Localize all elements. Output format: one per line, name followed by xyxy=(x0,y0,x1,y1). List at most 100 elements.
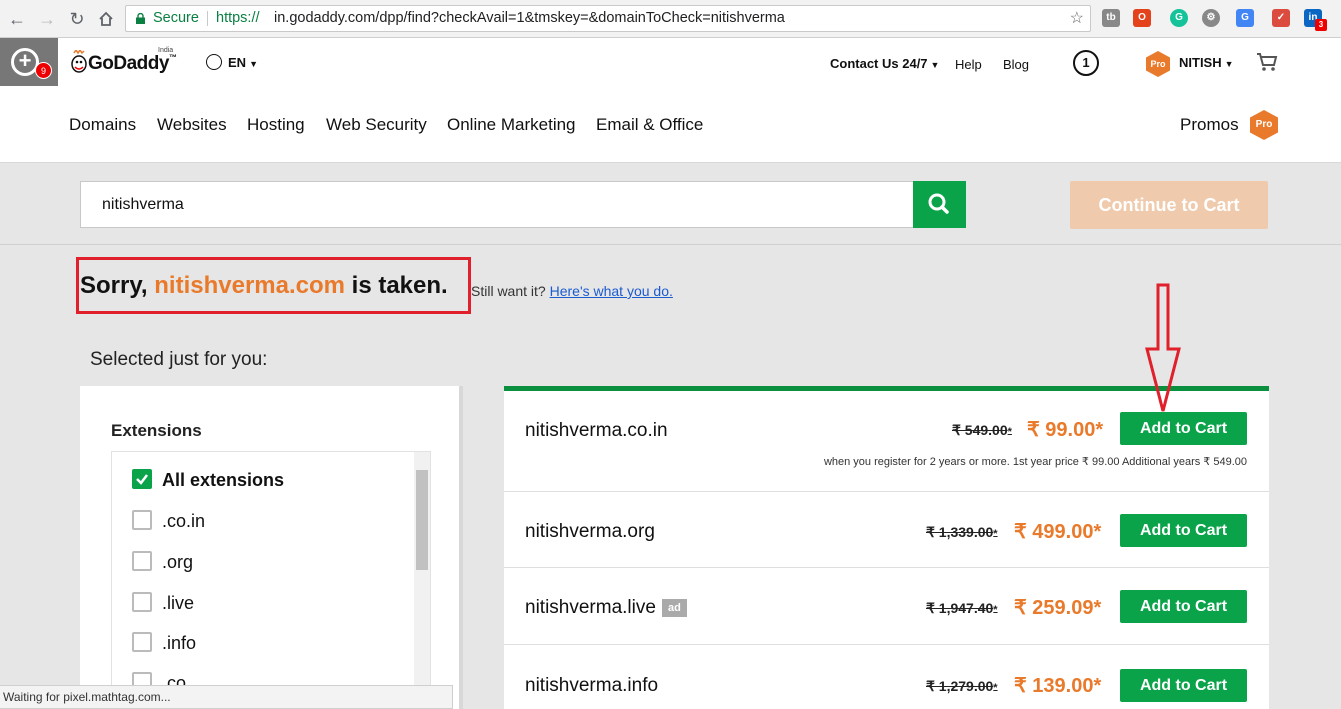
domain-sld: nitishverma xyxy=(525,675,623,696)
promos-pro-icon: Pro xyxy=(1250,110,1278,140)
tb-icon[interactable]: tb xyxy=(1102,9,1120,27)
home-icon[interactable] xyxy=(95,8,117,30)
original-price-value: ₹ 1,339.00 xyxy=(926,524,994,540)
domain-search-input[interactable] xyxy=(80,181,914,228)
asterisk: * xyxy=(1007,426,1012,438)
extension-co-in-checkbox[interactable]: .co.in xyxy=(132,510,205,532)
translate-icon[interactable]: G xyxy=(1236,9,1254,27)
extension-all-checkbox[interactable]: All extensions xyxy=(132,469,284,491)
language-label: EN xyxy=(228,55,247,70)
heres-what-you-do-link[interactable]: Here's what you do. xyxy=(550,283,673,299)
help-link[interactable]: Help xyxy=(955,57,982,72)
checkbox-checked-icon xyxy=(132,469,152,489)
domain-sld: nitishverma xyxy=(525,420,623,441)
extension-org-checkbox[interactable]: .org xyxy=(132,551,193,573)
nav-email-office[interactable]: Email & Office xyxy=(596,115,703,135)
address-bar[interactable]: Secure https:// in.godaddy.com/dpp/find?… xyxy=(125,5,1091,32)
trademark-symbol: ™ xyxy=(168,53,177,62)
extension-info-checkbox[interactable]: .info xyxy=(132,632,196,654)
still-want-it: Still want it? Here's what you do. xyxy=(471,283,673,299)
still-text: Still want it? xyxy=(471,283,550,299)
search-icon xyxy=(928,193,949,214)
result-row: nitishverma.live ad ₹ 1,947.40* ₹ 259.09*… xyxy=(504,568,1269,645)
back-arrow-icon[interactable]: ← xyxy=(6,8,28,30)
original-price: ₹ 549.00* xyxy=(952,422,1012,439)
scrollbar-thumb[interactable] xyxy=(416,470,428,570)
url-text: in.godaddy.com/dpp/find?checkAvail=1&tms… xyxy=(274,10,785,26)
extension-badge: 9 xyxy=(35,62,52,79)
reload-icon[interactable]: ↻ xyxy=(66,8,88,30)
result-row: nitishverma.org ₹ 1,339.00* ₹ 499.00* Ad… xyxy=(504,492,1269,568)
blog-link[interactable]: Blog xyxy=(1003,57,1029,72)
nav-web-security[interactable]: Web Security xyxy=(326,115,427,135)
url-scheme: https:// xyxy=(216,10,260,26)
extension-label: All extensions xyxy=(162,470,285,490)
extensions-scrollbar[interactable] xyxy=(414,452,430,709)
domain-name[interactable]: nitishverma.org xyxy=(525,521,655,543)
pro-badge-icon: Pro xyxy=(1146,51,1170,77)
shopping-cart-icon[interactable] xyxy=(1256,52,1278,72)
extension-live-checkbox[interactable]: .live xyxy=(132,592,194,614)
domain-taken-heading: Sorry, nitishverma.com is taken. xyxy=(80,272,448,300)
globe-icon xyxy=(206,54,222,70)
search-button[interactable] xyxy=(913,181,966,228)
caret-down-icon: ▼ xyxy=(1224,59,1234,69)
nav-domains[interactable]: Domains xyxy=(69,115,136,135)
linkedin-icon[interactable]: in 3 xyxy=(1304,9,1327,31)
extension-label: .co.in xyxy=(162,511,206,531)
domain-name[interactable]: nitishverma.info xyxy=(525,675,658,697)
account-menu[interactable]: NITISH ▼ xyxy=(1179,55,1234,70)
grammarly-icon[interactable]: G xyxy=(1170,9,1188,27)
asterisk: * xyxy=(993,528,998,540)
notification-bell-icon[interactable]: 1 xyxy=(1073,50,1099,76)
domain-tld: .info xyxy=(622,675,659,696)
original-price-value: ₹ 549.00 xyxy=(952,422,1008,438)
taken-domain: nitishverma.com xyxy=(154,272,345,299)
original-price-value: ₹ 1,279.00 xyxy=(926,678,994,694)
extension-label: .info xyxy=(162,633,197,653)
domain-sld: nitishverma xyxy=(525,521,623,542)
extensions-list: All extensions .co.in .org .live .info .… xyxy=(111,451,431,709)
nav-hosting[interactable]: Hosting xyxy=(247,115,305,135)
domain-sld: nitishverma xyxy=(525,597,623,618)
forward-arrow-icon[interactable]: → xyxy=(36,8,58,30)
domain-name[interactable]: nitishverma.live ad xyxy=(525,597,687,619)
filter-sidebar: Extensions All extensions .co.in .org .l… xyxy=(80,386,463,709)
add-to-cart-button[interactable]: Add to Cart xyxy=(1120,514,1247,547)
contact-us-menu[interactable]: Contact Us 24/7 ▼ xyxy=(830,56,939,71)
sale-price: ₹ 499.00* xyxy=(1014,521,1102,543)
logo-region: India xyxy=(158,47,174,54)
language-selector[interactable]: EN ▼ xyxy=(206,54,258,70)
continue-to-cart-button[interactable]: Continue to Cart xyxy=(1070,181,1268,229)
add-to-cart-button[interactable]: Add to Cart xyxy=(1120,590,1247,623)
taken-text: is taken. xyxy=(344,272,448,299)
original-price: ₹ 1,279.00* xyxy=(926,678,998,695)
checkbox-icon xyxy=(132,632,152,652)
original-price: ₹ 1,339.00* xyxy=(926,524,998,541)
browser-toolbar: ← → ↻ Secure https:// in.godaddy.com/dpp… xyxy=(0,0,1341,38)
logo-wordmark: GoDaddy™ xyxy=(88,53,177,74)
linkedin-badge: 3 xyxy=(1315,19,1327,31)
extensions-title: Extensions xyxy=(111,421,202,440)
add-to-cart-button[interactable]: Add to Cart xyxy=(1120,669,1247,702)
site-header: + 9 GoDaddy™ India EN ▼ Contact Us 24/7 ▼ … xyxy=(0,38,1341,163)
caret-down-icon: ▼ xyxy=(249,59,258,69)
bookmark-star-icon[interactable]: ☆ xyxy=(1070,6,1084,31)
settings-gear-icon[interactable]: ⚙ xyxy=(1202,9,1220,27)
nav-websites[interactable]: Websites xyxy=(157,115,227,135)
extension-label: .org xyxy=(162,552,194,572)
checkbox-icon xyxy=(132,551,152,571)
user-name: NITISH xyxy=(1179,55,1222,70)
sale-price: ₹ 139.00* xyxy=(1014,675,1102,697)
add-to-cart-button[interactable]: Add to Cart xyxy=(1120,412,1247,445)
original-price: ₹ 1,947.40* xyxy=(926,600,998,617)
office-icon[interactable]: O xyxy=(1133,9,1151,27)
caret-down-icon: ▼ xyxy=(930,60,940,70)
extension-label: .live xyxy=(162,593,195,613)
checkbox-icon xyxy=(132,510,152,530)
nav-online-marketing[interactable]: Online Marketing xyxy=(447,115,576,135)
todo-icon[interactable]: ✓ xyxy=(1272,9,1290,27)
nav-promos[interactable]: Promos xyxy=(1180,115,1239,135)
extension-plus-button[interactable]: + 9 xyxy=(0,38,58,86)
domain-name[interactable]: nitishverma.co.in xyxy=(525,420,668,442)
